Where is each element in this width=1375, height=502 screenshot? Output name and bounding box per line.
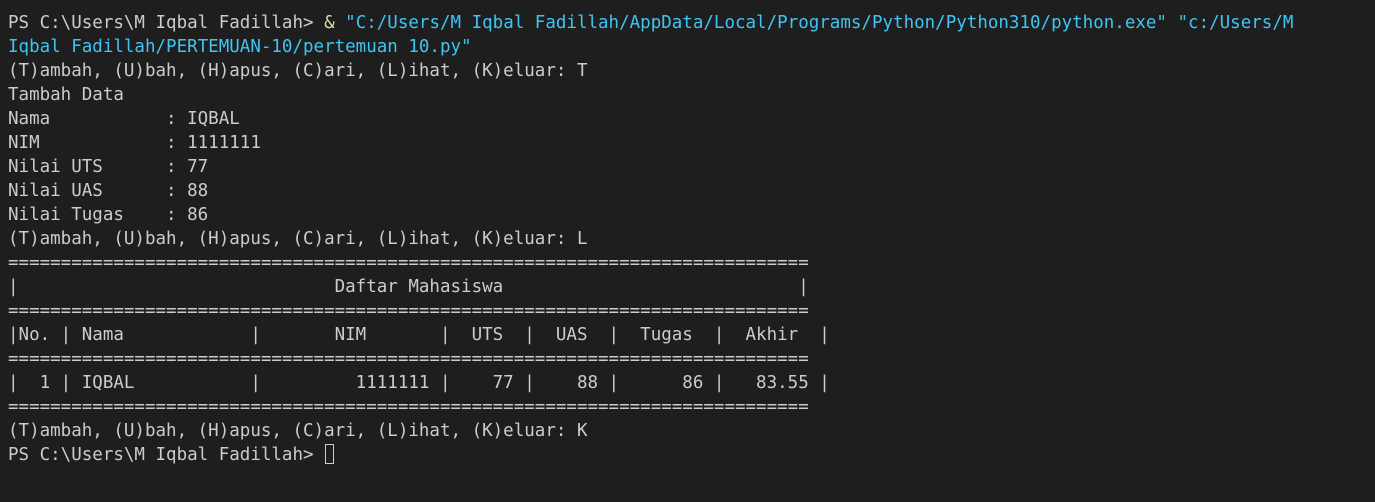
input-tugas-line: Nilai Tugas : 86	[8, 205, 209, 225]
input-nama-line: Nama : IQBAL	[8, 109, 240, 129]
menu-prompt-line: (T)ambah, (U)bah, (H)apus, (C)ari, (L)ih…	[8, 61, 588, 81]
command-line: PS C:\Users\M Iqbal Fadillah> & "C:/User…	[8, 11, 1375, 35]
command-arguments: "C:/Users/M Iqbal Fadillah/AppData/Local…	[334, 13, 1294, 33]
terminal-cursor[interactable]	[324, 444, 334, 464]
prompt-text: PS C:\Users\M Iqbal Fadillah>	[8, 13, 325, 33]
table-title: | Daftar Mahasiswa |	[8, 277, 809, 297]
input-uts-line: Nilai UTS : 77	[8, 157, 209, 177]
table-border: ========================================…	[8, 349, 809, 369]
table-header: |No. | Nama | NIM | UTS | UAS | Tugas | …	[8, 325, 830, 345]
command-line-continuation: Iqbal Fadillah/PERTEMUAN-10/pertemuan 10…	[8, 37, 472, 57]
final-prompt-line: PS C:\Users\M Iqbal Fadillah>	[8, 443, 1375, 467]
input-nim-line: NIM : 1111111	[8, 133, 261, 153]
table-border: ========================================…	[8, 253, 809, 273]
table-border: ========================================…	[8, 397, 809, 417]
menu-prompt-line: (T)ambah, (U)bah, (H)apus, (C)ari, (L)ih…	[8, 229, 588, 249]
terminal-panel[interactable]: PS C:\Users\M Iqbal Fadillah> & "C:/User…	[0, 0, 1375, 502]
table-row: | 1 | IQBAL | 1111111 | 77 | 88 | 86 | 8…	[8, 373, 830, 393]
prompt-text: PS C:\Users\M Iqbal Fadillah>	[8, 445, 314, 465]
command-operator: &	[324, 13, 335, 33]
menu-prompt-line: (T)ambah, (U)bah, (H)apus, (C)ari, (L)ih…	[8, 421, 588, 441]
section-heading: Tambah Data	[8, 85, 124, 105]
input-uas-line: Nilai UAS : 88	[8, 181, 209, 201]
table-border: ========================================…	[8, 301, 809, 321]
